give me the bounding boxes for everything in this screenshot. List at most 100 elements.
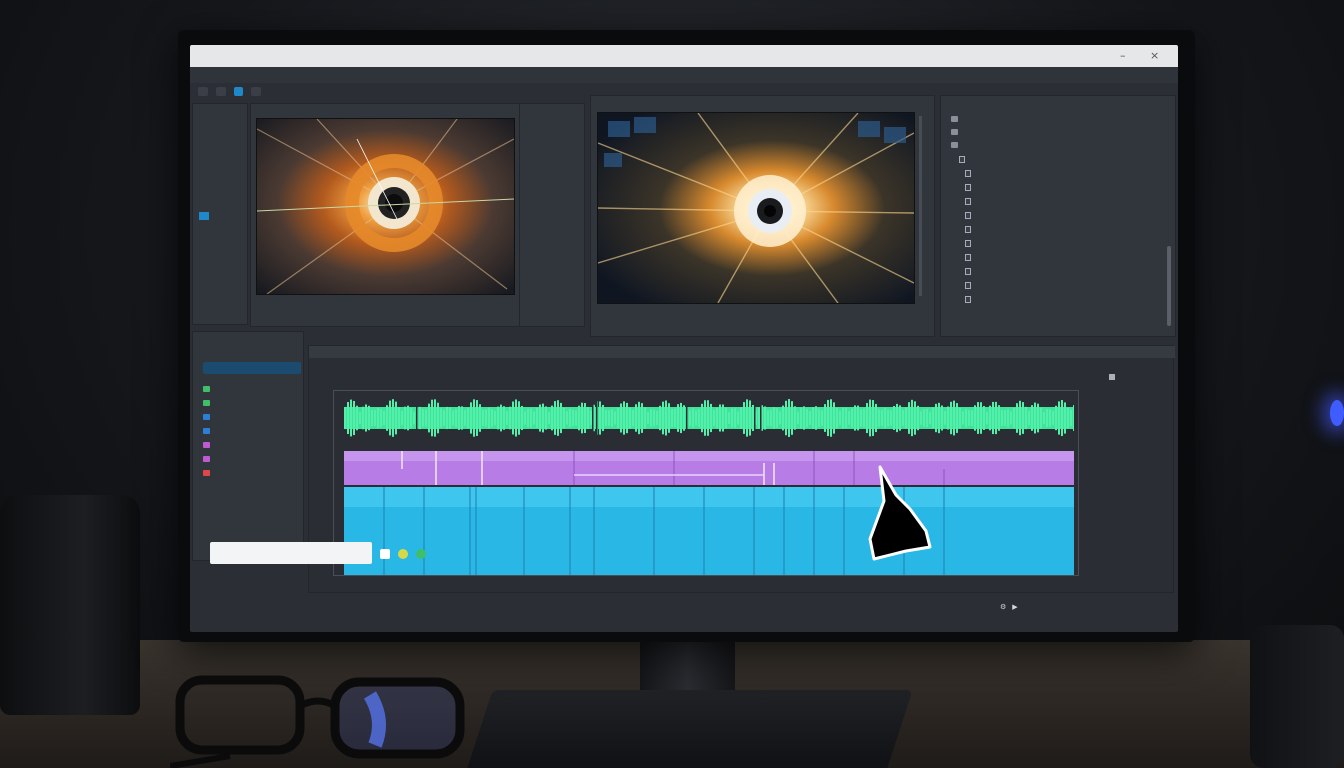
project-item-12[interactable] [965,268,971,275]
timeline-ruler[interactable] [309,346,1175,358]
project-item-8[interactable] [965,212,971,219]
waveform-bar [401,410,403,426]
project-item-11[interactable] [965,254,971,261]
waveform-bar [671,408,673,428]
project-item-7[interactable] [965,198,971,205]
window-icon[interactable] [380,549,390,559]
project-item-6[interactable] [965,184,971,191]
waveform-bar [989,405,991,431]
waveform-bar [368,405,370,431]
program-scrollbar[interactable] [919,116,922,296]
track-item-2[interactable] [203,400,210,406]
tool-button-3[interactable] [251,86,262,96]
file-icon [959,156,965,163]
selected-track[interactable] [203,362,301,374]
indicator-icon[interactable] [398,549,408,559]
waveform-bar [1037,403,1039,433]
waveform-bar [650,409,652,427]
waveform-bar [980,402,982,434]
waveform-bar [485,409,487,427]
track-color [203,414,210,420]
waveform-bar [1040,407,1042,429]
project-item-2[interactable] [951,129,958,135]
clip-cut-line [760,399,762,437]
clip-cut-line [416,399,418,437]
project-scrollbar[interactable] [1167,246,1171,326]
video-track-purple[interactable] [344,451,1074,485]
waveform-bar [719,404,721,432]
waveform-bar [452,410,454,426]
waveform-bar [752,404,754,432]
waveform-bar [746,399,748,437]
play-icon[interactable]: ▶ [1012,603,1017,611]
project-item-5[interactable] [965,170,971,177]
waveform-bar [1013,407,1015,429]
close-icon[interactable]: × [1150,49,1159,62]
waveform-bar [392,399,394,437]
waveform-bar [824,404,826,432]
track-item-6[interactable] [203,456,210,462]
waveform-bar [1007,409,1009,427]
search-input[interactable] [210,542,372,564]
waveform-bar [683,405,685,431]
waveform-bar [1001,410,1003,426]
waveform-bar [809,411,811,425]
minimize-icon[interactable]: – [1120,49,1126,62]
file-icon [965,240,971,247]
waveform-bar [917,405,919,431]
file-icon [965,212,971,219]
tool-selected[interactable] [199,212,209,220]
project-item-root[interactable] [951,116,958,122]
track-area [333,390,1079,576]
source-panel-divider [519,104,520,326]
track-item-5[interactable] [203,442,210,448]
source-preview[interactable] [256,118,515,295]
waveform-bar [539,404,541,432]
tool-button-active[interactable] [233,86,244,96]
waveform-bar [692,408,694,428]
audio-waveform-clip[interactable] [344,399,1075,437]
project-item-14[interactable] [965,296,971,303]
video-track-cyan[interactable] [344,487,1074,575]
waveform-bar [827,399,829,437]
waveform-bar [449,407,451,429]
waveform-bar [500,404,502,432]
track-item-3[interactable] [203,414,210,420]
track-item-7[interactable] [203,470,210,476]
track-item-1[interactable] [203,386,210,392]
waveform-bar [656,410,658,426]
tool-button-2[interactable] [215,86,226,96]
settings-icon[interactable]: ⚙ [1000,603,1006,611]
waveform-bar [965,409,967,427]
waveform-bar [665,400,667,436]
project-item-3[interactable] [951,142,958,148]
project-item-13[interactable] [965,282,971,289]
tool-button-1[interactable] [198,86,208,96]
project-item-9[interactable] [965,226,971,233]
waveform-bar [701,403,703,433]
waveform-bar [470,402,472,434]
program-preview[interactable] [597,112,915,304]
waveform-bar [806,408,808,428]
track-item-4[interactable] [203,428,210,434]
waveform-bar [818,408,820,428]
status-dot-icon[interactable] [416,549,426,559]
waveform-bar [503,406,505,430]
clip-cut-line [754,399,756,437]
waveform-bar [881,409,883,427]
folder-icon [951,116,958,122]
waveform-bar [767,410,769,426]
waveform-bar [629,407,631,429]
waveform-bar [968,410,970,426]
waveform-bar [554,401,556,435]
timeline-settings-icon[interactable] [1109,374,1115,380]
waveform-bar [527,408,529,428]
waveform-bar [518,401,520,435]
project-item-4[interactable] [959,156,965,163]
waveform-bar [428,403,430,433]
project-item-10[interactable] [965,240,971,247]
waveform-bar [680,402,682,434]
file-icon [965,226,971,233]
waveform-bar [1019,400,1021,436]
waveform-bar [905,407,907,429]
